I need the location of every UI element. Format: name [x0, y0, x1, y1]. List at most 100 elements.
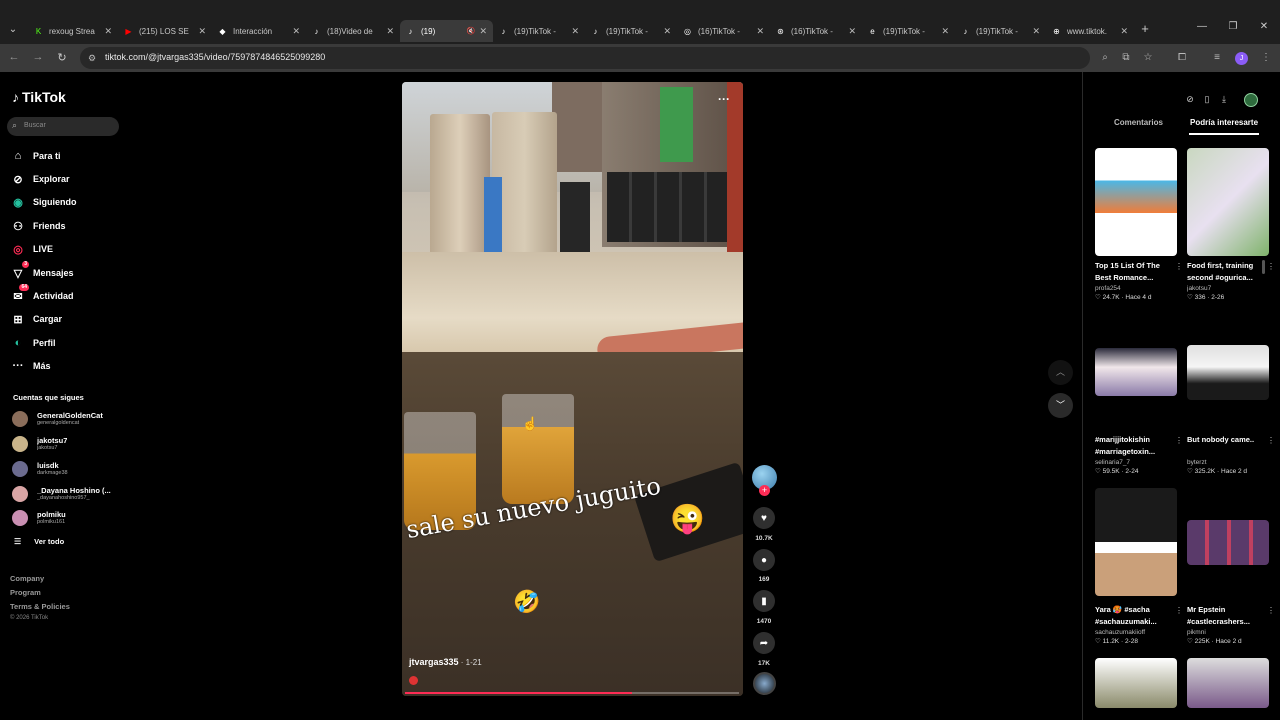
- nav-item-mensajes[interactable]: ▽ 3 Mensajes: [10, 261, 120, 282]
- browser-tab[interactable]: ▶ (215) LOS SE ✕: [118, 20, 212, 42]
- nav-item-parati[interactable]: ⌂ Para ti: [10, 147, 120, 165]
- zoom-icon[interactable]: ⌕: [1098, 52, 1112, 63]
- browser-tab[interactable]: ♪ (18)Video de ✕: [306, 20, 400, 42]
- nav-item-perfil[interactable]: ◐ Perfil: [10, 334, 120, 352]
- video-author-name[interactable]: jtvargas335: [409, 657, 459, 667]
- video-thumbnail[interactable]: [1095, 658, 1177, 708]
- url-text[interactable]: tiktok.com/@jtvargas335/video/7597874846…: [105, 52, 325, 62]
- tiktok-logo[interactable]: ♪ TikTok: [12, 89, 66, 105]
- suggested-video-card[interactable]: [1187, 520, 1269, 565]
- footer-link-company[interactable]: Company: [10, 572, 70, 586]
- close-tab-icon[interactable]: ✕: [756, 26, 764, 37]
- close-tab-icon[interactable]: ✕: [386, 26, 394, 37]
- browser-tab[interactable]: ♪ (19)TikTok - ✕: [955, 20, 1046, 42]
- install-app-icon[interactable]: ⧉: [1119, 52, 1133, 63]
- nav-item-cargar[interactable]: ⊞ Cargar: [10, 310, 120, 328]
- close-tab-icon[interactable]: ✕: [571, 26, 579, 37]
- new-tab-button[interactable]: +: [1137, 21, 1153, 36]
- video-card-title[interactable]: Top 15 List Of The Best Romance...: [1095, 260, 1177, 284]
- suggested-video-card[interactable]: [1187, 345, 1269, 400]
- nav-item-live[interactable]: ◎ LIVE: [10, 240, 120, 258]
- footer-link-program[interactable]: Program: [10, 586, 70, 600]
- browser-tab[interactable]: ♪ (19)TikTok - ✕: [585, 20, 677, 42]
- download-icon[interactable]: ⤓: [1218, 94, 1230, 105]
- browser-tab[interactable]: ♪ (19) 🔇 ✕: [400, 20, 493, 42]
- next-video-button[interactable]: ﹀: [1048, 393, 1073, 418]
- panel-scrollbar[interactable]: [1262, 260, 1265, 274]
- site-info-icon[interactable]: ⚙: [88, 52, 100, 64]
- profile-avatar-button[interactable]: J: [1235, 52, 1248, 65]
- following-account[interactable]: _Dayana Hoshino (... _dayanahoshino957_: [12, 483, 124, 505]
- video-card-info[interactable]: #marijjitokishin #marriagetoxin... ⋮ selin…: [1095, 430, 1183, 477]
- extensions-icon[interactable]: ⧠: [1175, 52, 1189, 63]
- following-account[interactable]: GeneralGoldenCat generalgoldencat: [12, 408, 124, 430]
- media-control-icon[interactable]: ≡: [1210, 52, 1224, 63]
- minimize-icon[interactable]: —: [1192, 21, 1212, 32]
- video-player[interactable]: [402, 82, 743, 696]
- video-thumbnail[interactable]: [1187, 658, 1269, 708]
- sound-disc-icon[interactable]: [753, 672, 776, 695]
- video-card-title[interactable]: Yara 🥵 #sacha #sachauzumaki...: [1095, 604, 1177, 628]
- suggested-video-card[interactable]: [1187, 658, 1269, 708]
- video-card-info[interactable]: Yara 🥵 #sacha #sachauzumaki... ⋮ sachauzum…: [1095, 600, 1183, 647]
- browser-tab[interactable]: ♪ (19)TikTok - ✕: [493, 20, 585, 42]
- device-icon[interactable]: ▯: [1201, 94, 1213, 105]
- video-card-author[interactable]: jakotsu7: [1187, 284, 1269, 293]
- following-account[interactable]: jakotsu7 jakotsu7: [12, 433, 124, 455]
- close-tab-icon[interactable]: ✕: [479, 26, 487, 37]
- video-card-info[interactable]: But nobody came.. ⋮ byterzt ♡ 325.2K · Hace…: [1187, 430, 1275, 477]
- video-thumbnail[interactable]: [1187, 148, 1269, 256]
- close-tab-icon[interactable]: ✕: [848, 26, 856, 37]
- nav-item-siguiendo[interactable]: ◉ Siguiendo: [10, 193, 120, 211]
- user-avatar[interactable]: [1244, 93, 1258, 107]
- close-tab-icon[interactable]: ✕: [663, 26, 671, 37]
- card-menu-icon[interactable]: ⋮: [1175, 606, 1183, 615]
- see-all-button[interactable]: ☰ Ver todo: [14, 537, 64, 546]
- suggested-video-card[interactable]: [1095, 148, 1177, 256]
- close-tab-icon[interactable]: ✕: [292, 26, 300, 37]
- previous-video-button[interactable]: ︿: [1048, 360, 1073, 385]
- tab-suggested[interactable]: Podría interesarte: [1190, 118, 1258, 127]
- video-thumbnail[interactable]: [1187, 345, 1269, 400]
- like-button[interactable]: ♥: [753, 507, 775, 529]
- save-button[interactable]: ▮: [753, 590, 775, 612]
- back-icon[interactable]: ←: [6, 51, 22, 63]
- video-card-author[interactable]: byterzt: [1187, 458, 1269, 467]
- video-thumbnail[interactable]: [1095, 488, 1177, 596]
- video-card-author[interactable]: pikmni: [1187, 628, 1269, 637]
- nav-item-actividad[interactable]: ✉ 64 Actividad: [10, 284, 120, 305]
- following-account[interactable]: luisdk darkmage38: [12, 458, 124, 480]
- video-card-author[interactable]: profa254: [1095, 284, 1177, 293]
- close-tab-icon[interactable]: ✕: [104, 26, 112, 37]
- suggested-video-card[interactable]: [1095, 348, 1177, 396]
- video-card-title[interactable]: #marijjitokishin #marriagetoxin...: [1095, 434, 1177, 458]
- close-tab-icon[interactable]: ✕: [1120, 26, 1128, 37]
- video-thumbnail[interactable]: [1095, 148, 1177, 256]
- video-card-author[interactable]: sachauzumakiioff: [1095, 628, 1177, 637]
- mute-icon[interactable]: 🔇: [467, 27, 476, 35]
- footer-link-terms[interactable]: Terms & Policies: [10, 600, 70, 614]
- video-thumbnail[interactable]: [1187, 520, 1269, 565]
- browser-tab[interactable]: ⊕ www.tiktok. ✕: [1046, 20, 1134, 42]
- nav-item-ms[interactable]: ··· Más: [10, 357, 120, 375]
- video-card-title[interactable]: But nobody came..: [1187, 434, 1269, 458]
- browser-tab[interactable]: ◆ Interacción ✕: [212, 20, 306, 42]
- comment-button[interactable]: ●: [753, 549, 775, 571]
- bookmark-star-icon[interactable]: ☆: [1141, 52, 1155, 63]
- video-card-title[interactable]: Mr Epstein #castlecrashers...: [1187, 604, 1269, 628]
- video-more-icon[interactable]: ···: [718, 92, 730, 106]
- url-field[interactable]: ⚙ tiktok.com/@jtvargas335/video/75978748…: [80, 47, 1090, 69]
- close-tab-icon[interactable]: ✕: [198, 26, 206, 37]
- suggested-video-card[interactable]: [1187, 148, 1269, 256]
- card-menu-icon[interactable]: ⋮: [1267, 606, 1275, 615]
- video-card-info[interactable]: Top 15 List Of The Best Romance... ⋮ profa…: [1095, 256, 1183, 303]
- video-progress-bar[interactable]: [405, 692, 739, 694]
- share-button[interactable]: ➦: [753, 632, 775, 654]
- browser-tab[interactable]: ◎ (16)TikTok - ✕: [677, 20, 770, 42]
- following-account[interactable]: polmiku polmiku161: [12, 507, 124, 529]
- browser-tab[interactable]: e (19)TikTok - ✕: [862, 20, 955, 42]
- card-menu-icon[interactable]: ⋮: [1267, 436, 1275, 445]
- browser-tab[interactable]: ⊛ (16)TikTok - ✕: [770, 20, 862, 42]
- card-menu-icon[interactable]: ⋮: [1175, 262, 1183, 271]
- video-author[interactable]: jtvargas335 · 1-21: [409, 657, 482, 667]
